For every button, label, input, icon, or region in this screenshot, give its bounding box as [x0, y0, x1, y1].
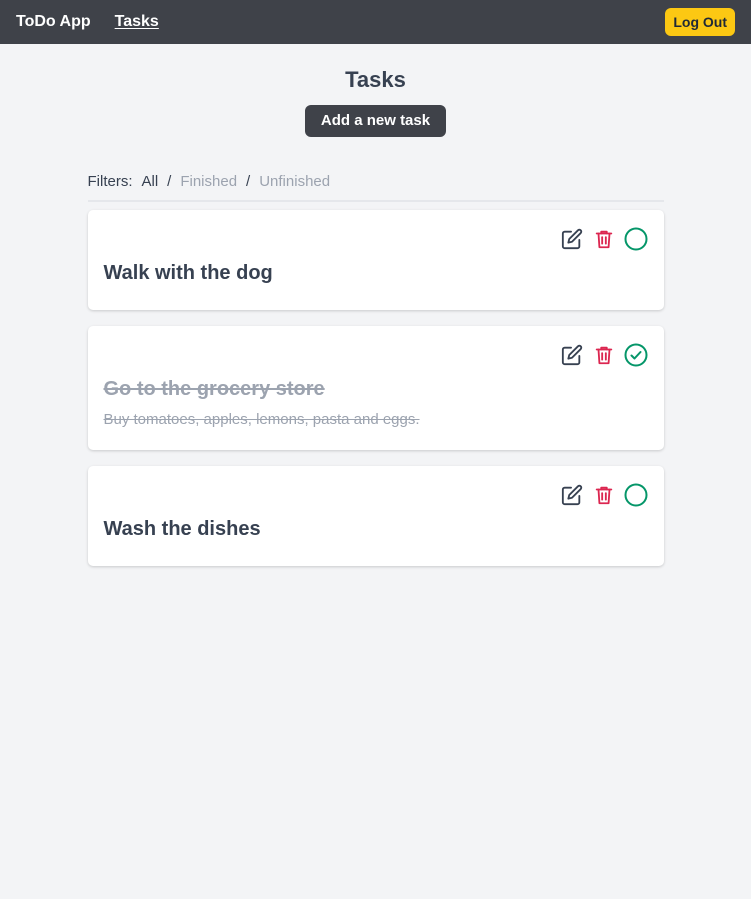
logout-button[interactable]: Log Out — [665, 8, 735, 36]
task-card: Walk with the dog — [87, 210, 664, 310]
filters-label: Filters: — [87, 173, 133, 190]
filter-all[interactable]: All — [142, 173, 159, 190]
add-task-button[interactable]: Add a new task — [304, 105, 447, 137]
filter-separator: / — [246, 173, 251, 190]
edit-icon[interactable] — [560, 343, 584, 367]
task-list-container: Filters: All / Finished / Unfinished Wal… — [87, 170, 664, 566]
task-actions — [560, 343, 648, 367]
trash-icon[interactable] — [592, 343, 616, 367]
top-navbar: ToDo App Tasks Log Out — [0, 0, 751, 44]
edit-icon[interactable] — [560, 483, 584, 507]
page-title: Tasks — [345, 67, 406, 92]
circle-icon[interactable] — [624, 227, 648, 251]
add-task-wrapper: Add a new task — [0, 105, 751, 137]
app-brand[interactable]: ToDo App — [16, 13, 91, 31]
edit-icon[interactable] — [560, 227, 584, 251]
task-actions — [560, 483, 648, 507]
circle-icon[interactable] — [624, 483, 648, 507]
task-card: Wash the dishes — [87, 466, 664, 566]
check-circle-icon[interactable] — [624, 343, 648, 367]
filter-bar: Filters: All / Finished / Unfinished — [87, 170, 664, 202]
trash-icon[interactable] — [592, 483, 616, 507]
nav-link-tasks[interactable]: Tasks — [115, 13, 159, 31]
task-card: Go to the grocery store Buy tomatoes, ap… — [87, 326, 664, 450]
filter-finished[interactable]: Finished — [180, 173, 237, 190]
trash-icon[interactable] — [592, 227, 616, 251]
task-actions — [560, 227, 648, 251]
filter-separator: / — [167, 173, 172, 190]
filter-unfinished[interactable]: Unfinished — [259, 173, 330, 190]
task-description: Buy tomatoes, apples, lemons, pasta and … — [103, 411, 420, 428]
